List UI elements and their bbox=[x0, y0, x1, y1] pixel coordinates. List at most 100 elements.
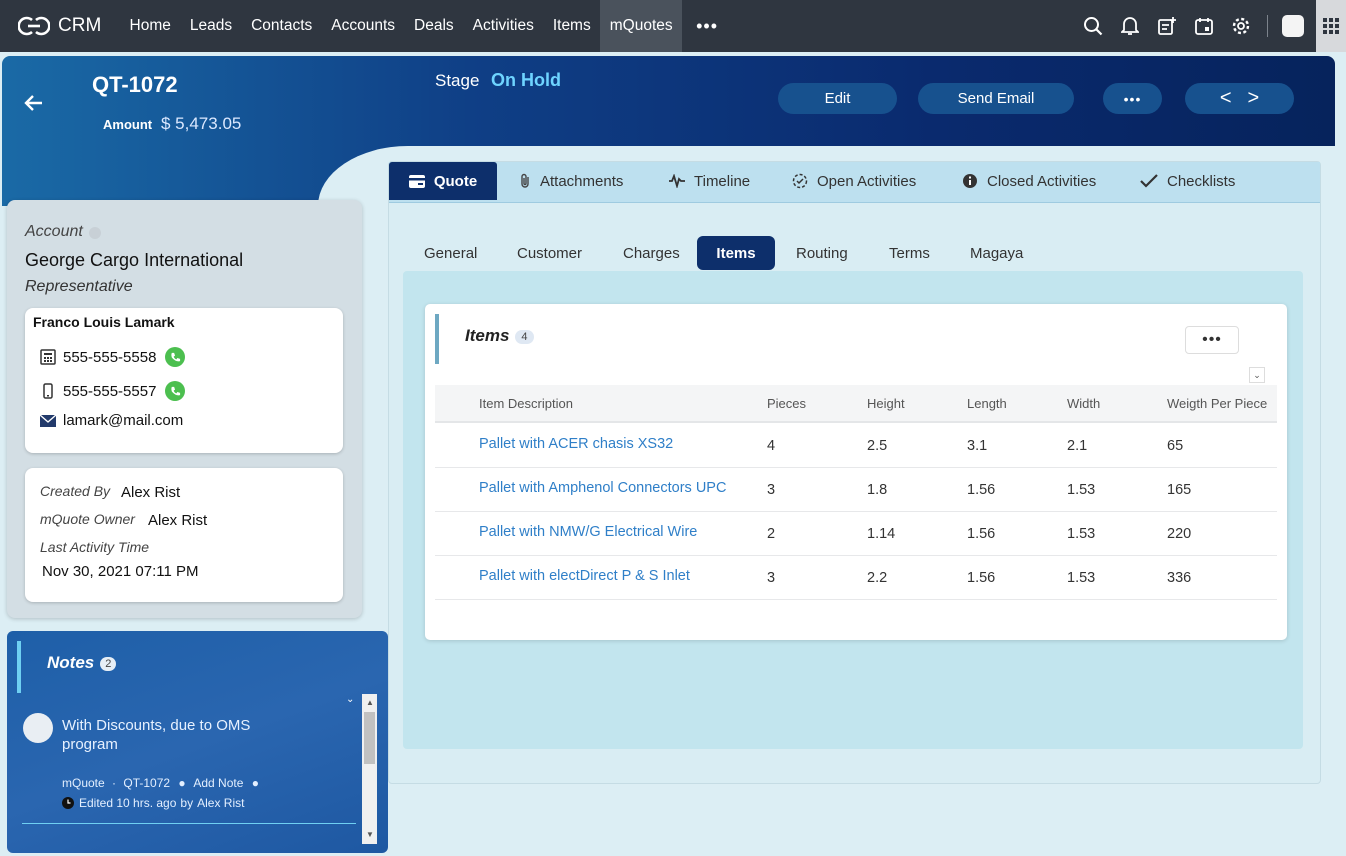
info-icon[interactable] bbox=[89, 227, 101, 239]
col-pieces[interactable]: Pieces bbox=[767, 396, 806, 411]
amount-value: $ 5,473.05 bbox=[161, 114, 242, 133]
account-label: Account bbox=[25, 223, 83, 240]
nav-more-button[interactable]: ••• bbox=[682, 16, 732, 37]
subtab-customer[interactable]: Customer bbox=[501, 236, 598, 270]
more-actions-button[interactable]: ••• bbox=[1103, 83, 1162, 114]
clock-icon bbox=[62, 797, 74, 809]
notes-accent-bar bbox=[17, 641, 21, 693]
top-navigation: CRM Home Leads Contacts Accounts Deals A… bbox=[0, 0, 1346, 52]
nav-deals[interactable]: Deals bbox=[405, 0, 464, 52]
account-name[interactable]: George Cargo International bbox=[25, 250, 243, 271]
crm-logo[interactable]: CRM bbox=[18, 15, 120, 37]
info-circle-icon bbox=[963, 174, 977, 188]
items-tab-content: Items 4 ••• ⌄ Item Description Pieces Hei… bbox=[403, 271, 1303, 749]
search-icon[interactable] bbox=[1074, 0, 1111, 52]
note-by-label: by bbox=[180, 796, 194, 810]
nav-leads[interactable]: Leads bbox=[180, 0, 241, 52]
item-weight: 165 bbox=[1167, 482, 1192, 498]
subtab-routing[interactable]: Routing bbox=[780, 236, 864, 270]
calendar-icon[interactable] bbox=[1185, 0, 1222, 52]
phone-row: 555-555-5558 bbox=[39, 347, 186, 367]
tab-open-activities[interactable]: Open Activities bbox=[792, 162, 916, 200]
item-description-link[interactable]: Pallet with NMW/G Electrical Wire bbox=[479, 524, 697, 540]
subtab-terms[interactable]: Terms bbox=[873, 236, 946, 270]
created-by-label: Created By bbox=[40, 483, 111, 499]
items-more-button[interactable]: ••• bbox=[1185, 326, 1239, 354]
mobile-row: 555-555-5557 bbox=[39, 381, 186, 401]
prev-record-button[interactable]: < bbox=[1220, 87, 1232, 110]
next-record-button[interactable]: > bbox=[1248, 87, 1260, 110]
notes-scrollbar-thumb[interactable] bbox=[364, 712, 375, 764]
avatar[interactable] bbox=[1282, 15, 1304, 37]
table-row[interactable]: Pallet with NMW/G Electrical Wire 2 1.14… bbox=[435, 512, 1277, 556]
item-description-link[interactable]: Pallet with electDirect P & S Inlet bbox=[479, 568, 690, 584]
nav-items[interactable]: Items bbox=[543, 0, 600, 52]
note-meta: mQuote · QT-1072 ● Add Note ● bbox=[62, 776, 259, 790]
tab-quote[interactable]: Quote bbox=[389, 162, 497, 200]
email-address[interactable]: lamark@mail.com bbox=[63, 412, 183, 429]
owner-label: mQuote Owner bbox=[40, 511, 135, 527]
stage-value[interactable]: On Hold bbox=[491, 70, 561, 91]
nav-contacts[interactable]: Contacts bbox=[242, 0, 322, 52]
email-row: lamark@mail.com bbox=[39, 412, 183, 429]
subtab-charges[interactable]: Charges bbox=[607, 236, 696, 270]
grid-icon[interactable] bbox=[1316, 0, 1346, 52]
chevron-down-icon[interactable]: ⌄ bbox=[1249, 367, 1265, 383]
add-note-icon[interactable] bbox=[1148, 0, 1185, 52]
mobile-number[interactable]: 555-555-5557 bbox=[63, 383, 156, 400]
item-weight: 220 bbox=[1167, 526, 1192, 542]
tab-closed-activities[interactable]: Closed Activities bbox=[962, 162, 1096, 200]
chevron-down-icon[interactable]: ⌄ bbox=[346, 694, 354, 705]
bell-icon[interactable] bbox=[1111, 0, 1148, 52]
tab-checklists[interactable]: Checklists bbox=[1140, 162, 1235, 200]
gear-icon[interactable] bbox=[1222, 0, 1259, 52]
notes-count-badge: 2 bbox=[100, 656, 117, 671]
notes-scrollbar[interactable]: ▲ ▼ bbox=[362, 694, 377, 844]
col-item-description[interactable]: Item Description bbox=[479, 396, 573, 411]
table-row[interactable]: Pallet with ACER chasis XS32 4 2.5 3.1 2… bbox=[435, 424, 1277, 468]
tab-attachments[interactable]: Attachments bbox=[519, 162, 623, 200]
created-by-value[interactable]: Alex Rist bbox=[121, 484, 180, 501]
nav-home[interactable]: Home bbox=[120, 0, 180, 52]
note-edited-time: Edited 10 hrs. ago bbox=[79, 796, 177, 810]
call-mobile-icon[interactable] bbox=[165, 381, 186, 401]
call-phone-icon[interactable] bbox=[165, 347, 186, 367]
edit-button[interactable]: Edit bbox=[778, 83, 897, 114]
items-title-text: Items bbox=[465, 326, 510, 345]
mobile-phone-icon bbox=[39, 383, 57, 399]
table-row[interactable]: Pallet with Amphenol Connectors UPC 3 1.… bbox=[435, 468, 1277, 512]
col-length[interactable]: Length bbox=[967, 396, 1007, 411]
table-row[interactable]: Pallet with electDirect P & S Inlet 3 2.… bbox=[435, 556, 1277, 600]
pulse-icon bbox=[669, 174, 685, 188]
col-width[interactable]: Width bbox=[1067, 396, 1100, 411]
col-height[interactable]: Height bbox=[867, 396, 905, 411]
nav-mquotes[interactable]: mQuotes bbox=[600, 0, 683, 52]
last-activity-label: Last Activity Time bbox=[40, 539, 150, 555]
note-author[interactable]: Alex Rist bbox=[197, 796, 244, 810]
contact-name[interactable]: Franco Louis Lamark bbox=[33, 314, 175, 330]
subtab-general[interactable]: General bbox=[408, 236, 493, 270]
note-divider bbox=[22, 823, 356, 824]
item-description-link[interactable]: Pallet with ACER chasis XS32 bbox=[479, 436, 673, 452]
phone-number[interactable]: 555-555-5558 bbox=[63, 349, 156, 366]
send-email-button[interactable]: Send Email bbox=[918, 83, 1074, 114]
add-note-link[interactable]: Add Note bbox=[193, 776, 243, 790]
item-height: 1.14 bbox=[867, 526, 896, 542]
tab-closed-activities-label: Closed Activities bbox=[987, 172, 1097, 190]
note-record-link[interactable]: QT-1072 bbox=[123, 776, 170, 790]
nav-accounts[interactable]: Accounts bbox=[322, 0, 405, 52]
nav-activities[interactable]: Activities bbox=[463, 0, 543, 52]
owner-value[interactable]: Alex Rist bbox=[148, 512, 207, 529]
item-description-link[interactable]: Pallet with Amphenol Connectors UPC bbox=[479, 480, 726, 496]
col-weight-per-piece[interactable]: Weigth Per Piece bbox=[1167, 396, 1267, 411]
item-width: 2.1 bbox=[1067, 438, 1088, 454]
mail-icon bbox=[39, 414, 57, 427]
main-panel: Quote Attachments Timeline Open Activiti… bbox=[388, 161, 1321, 784]
subtab-items[interactable]: Items bbox=[697, 236, 775, 270]
tab-timeline[interactable]: Timeline bbox=[669, 162, 750, 200]
back-arrow-icon[interactable] bbox=[24, 94, 44, 117]
nav-separator bbox=[1267, 15, 1268, 37]
item-weight: 65 bbox=[1167, 438, 1184, 454]
subtab-magaya[interactable]: Magaya bbox=[954, 236, 1039, 270]
quote-id: QT-1072 bbox=[92, 72, 178, 97]
